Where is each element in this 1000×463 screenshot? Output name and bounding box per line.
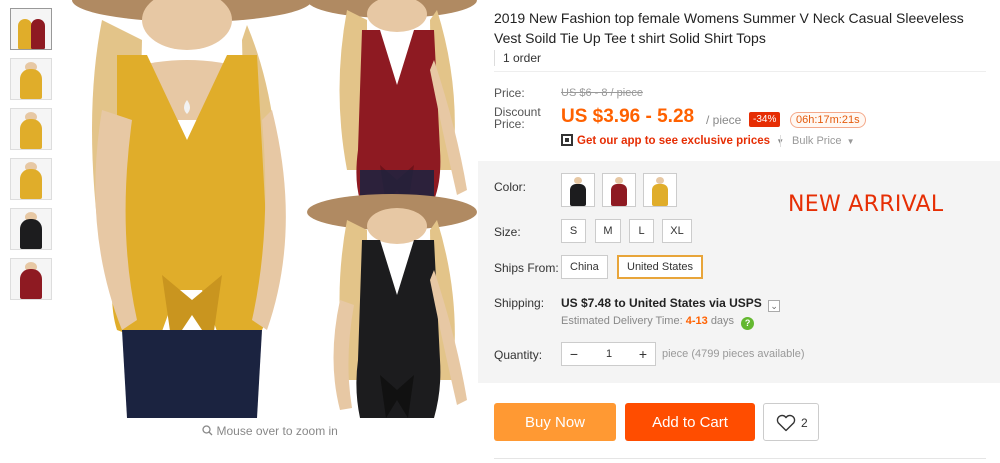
wishlist-button[interactable]: 2 bbox=[763, 403, 819, 441]
zoom-hint-text: Mouse over to zoom in bbox=[216, 424, 338, 438]
size-option-l[interactable]: L bbox=[629, 219, 654, 243]
qr-code-icon bbox=[561, 134, 573, 146]
quantity-available-note: piece (4799 pieces available) bbox=[662, 348, 805, 360]
thumbnail-list bbox=[10, 8, 52, 308]
divider bbox=[494, 458, 986, 459]
new-arrival-banner: NEW ARRIVAL bbox=[788, 192, 944, 217]
discount-price: US $3.96 - 5.28 bbox=[561, 106, 695, 127]
size-option-s[interactable]: S bbox=[561, 219, 586, 243]
thumbnail-figure bbox=[20, 119, 42, 149]
price-label: Price: bbox=[494, 86, 525, 100]
delivery-days: 4-13 bbox=[685, 315, 708, 327]
color-label: Color: bbox=[494, 180, 527, 194]
thumbnail-3[interactable] bbox=[10, 108, 52, 150]
countdown-timer: 06h:17m:21s bbox=[790, 112, 866, 128]
swatch-figure bbox=[611, 184, 627, 206]
chevron-down-icon: ▼ bbox=[846, 137, 855, 146]
bulk-price-label: Bulk Price bbox=[792, 135, 842, 147]
delivery-days-unit: days bbox=[710, 315, 735, 327]
thumbnail-figure bbox=[20, 69, 42, 99]
thumbnail-figure bbox=[20, 269, 42, 299]
quantity-stepper: − + bbox=[561, 342, 656, 366]
magnifier-icon bbox=[202, 425, 213, 436]
shipping-options-toggle[interactable]: ⌄ bbox=[768, 300, 781, 312]
thumbnail-figure bbox=[18, 19, 32, 49]
size-option-m[interactable]: M bbox=[595, 219, 621, 243]
shipping-cost: US $7.48 bbox=[561, 296, 612, 310]
thumbnail-5[interactable] bbox=[10, 208, 52, 250]
model-red bbox=[307, 0, 477, 205]
swatch-head bbox=[656, 177, 664, 184]
buy-now-button[interactable]: Buy Now bbox=[494, 403, 616, 441]
thumbnail-4[interactable] bbox=[10, 158, 52, 200]
original-price: US $6 - 8 / piece bbox=[561, 87, 643, 99]
color-swatch-yellow[interactable] bbox=[643, 173, 677, 207]
quantity-decrease-button[interactable]: − bbox=[562, 343, 586, 365]
thumbnail-2[interactable] bbox=[10, 58, 52, 100]
model-yellow bbox=[72, 0, 312, 418]
delivery-label: Estimated Delivery Time: bbox=[561, 315, 683, 327]
per-piece-unit: / piece bbox=[706, 113, 742, 127]
order-count: 1 order bbox=[494, 50, 541, 66]
swatch-figure bbox=[652, 184, 668, 206]
discount-price-label: Discount Price: bbox=[494, 105, 541, 131]
ships-from-label: Ships From: bbox=[494, 261, 559, 275]
thumbnail-figure bbox=[20, 169, 42, 199]
model-black bbox=[307, 194, 477, 418]
help-icon[interactable]: ? bbox=[741, 317, 755, 330]
bulk-price-dropdown[interactable]: Bulk Price ▼ bbox=[780, 135, 855, 147]
swatch-head bbox=[574, 177, 582, 184]
quantity-increase-button[interactable]: + bbox=[631, 343, 655, 365]
thumbnail-figure bbox=[20, 219, 42, 249]
ships-from-united-states[interactable]: United States bbox=[617, 255, 704, 279]
main-product-image[interactable] bbox=[62, 0, 478, 418]
swatch-figure bbox=[570, 184, 586, 206]
heart-icon bbox=[776, 414, 796, 432]
discount-badge: -34% bbox=[749, 112, 781, 127]
product-title: 2019 New Fashion top female Womens Summe… bbox=[494, 10, 964, 46]
quantity-input[interactable] bbox=[588, 345, 630, 363]
thumbnail-6[interactable] bbox=[10, 258, 52, 300]
shipping-cost-row: US $7.48 to United States via USPS ⌄ bbox=[561, 296, 781, 312]
size-option-xl[interactable]: XL bbox=[662, 219, 692, 243]
wishlist-count: 2 bbox=[801, 416, 808, 430]
shipping-destination: to United States via USPS bbox=[614, 296, 762, 310]
size-label: Size: bbox=[494, 225, 521, 239]
color-swatch-black[interactable] bbox=[561, 173, 595, 207]
ships-from-china[interactable]: China bbox=[561, 255, 608, 279]
app-promo-link[interactable]: Get our app to see exclusive prices ▼ bbox=[561, 134, 784, 147]
thumbnail-1[interactable] bbox=[10, 8, 52, 50]
shipping-label: Shipping: bbox=[494, 296, 545, 310]
delivery-estimate: Estimated Delivery Time: 4-13 days ? bbox=[561, 315, 755, 330]
color-swatch-red[interactable] bbox=[602, 173, 636, 207]
app-promo-text: Get our app to see exclusive prices bbox=[577, 135, 771, 147]
quantity-label: Quantity: bbox=[494, 348, 543, 362]
swatch-head bbox=[615, 177, 623, 184]
zoom-hint: Mouse over to zoom in bbox=[62, 424, 478, 438]
add-to-cart-button[interactable]: Add to Cart bbox=[625, 403, 755, 441]
orders-row: 1 order bbox=[494, 48, 986, 72]
thumbnail-figure bbox=[31, 19, 46, 49]
product-photo-illustration bbox=[72, 0, 477, 418]
